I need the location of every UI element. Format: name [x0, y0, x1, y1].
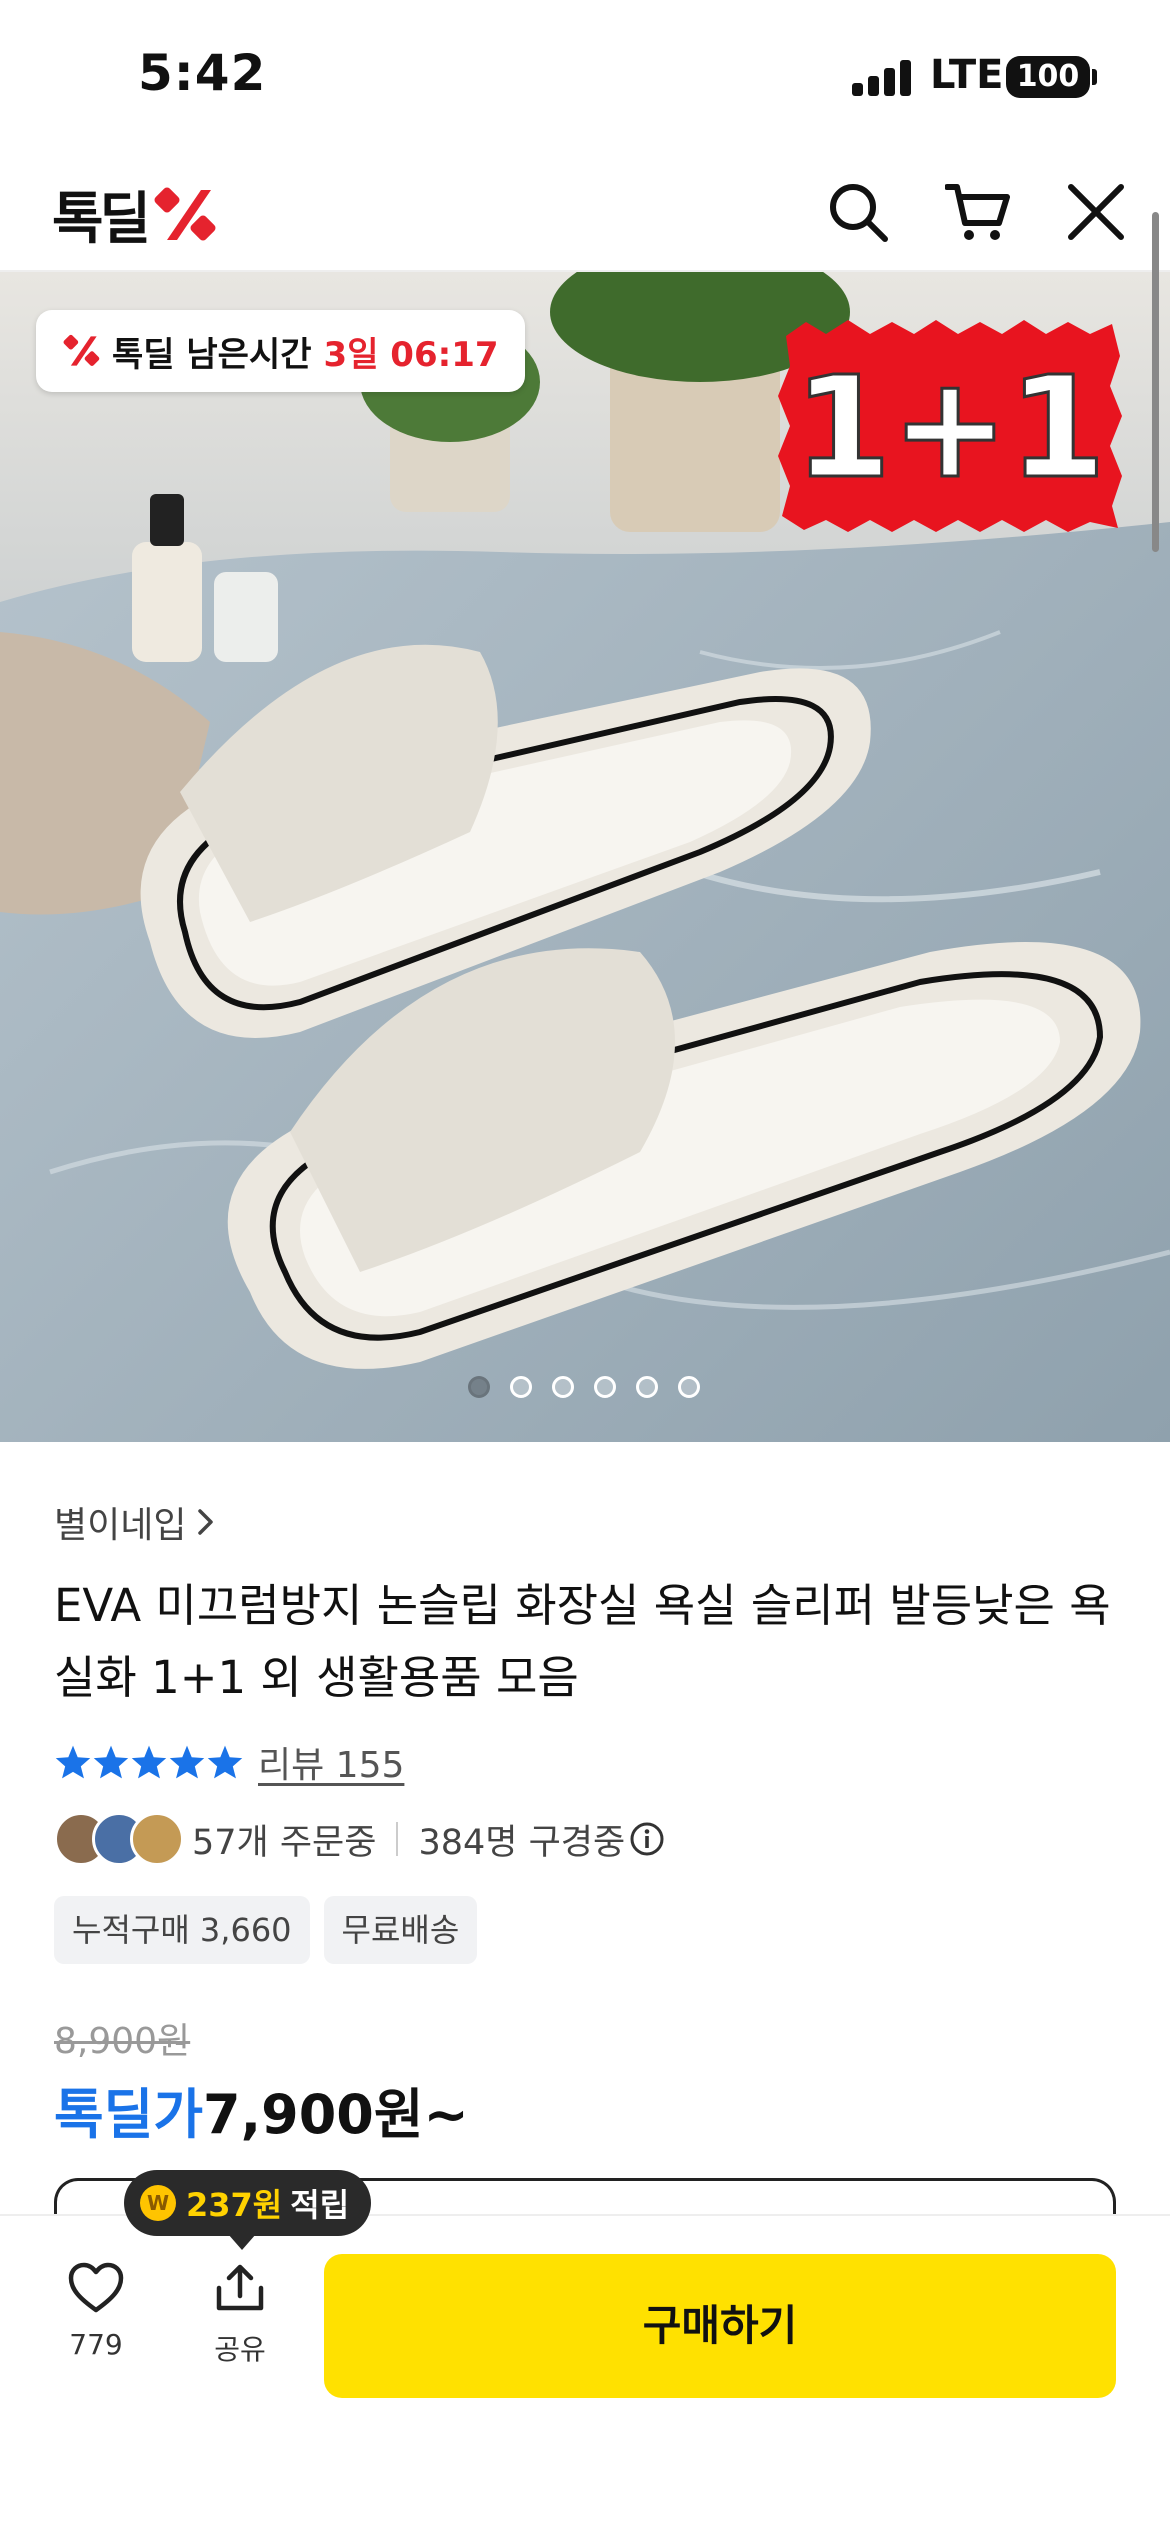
logo-text: 톡딜: [52, 187, 151, 252]
price-label: 톡딜가: [54, 2083, 204, 2146]
points-bubble: W 237원 적립: [124, 2170, 372, 2236]
price-value: 7,900원~: [203, 2083, 469, 2146]
scrollbar[interactable]: [1152, 212, 1159, 552]
signal-icon: [852, 60, 914, 96]
status-bar: 5:42 LTE 100: [0, 0, 1170, 150]
star-icon: [55, 1745, 91, 1779]
deal-price: 톡딜가 7,900원~: [54, 2070, 469, 2149]
original-price: 8,900원: [54, 2021, 191, 2062]
timer-value: 3일 06:17: [323, 334, 499, 375]
like-count: 779: [69, 2328, 123, 2361]
close-icon[interactable]: [1056, 172, 1136, 252]
star-icon: [93, 1745, 129, 1779]
search-icon[interactable]: [818, 172, 898, 252]
buyer-avatars: [54, 1812, 184, 1866]
carousel-dot[interactable]: [636, 1376, 658, 1398]
carousel-dot[interactable]: [510, 1376, 532, 1398]
carousel-dot[interactable]: [594, 1376, 616, 1398]
avatar: [130, 1812, 184, 1866]
promo-text: 1+1: [794, 347, 1106, 510]
heart-icon: [68, 2262, 124, 2313]
carousel-dot[interactable]: [468, 1376, 490, 1398]
share-icon: [216, 2264, 264, 2311]
coin-icon: W: [140, 2185, 176, 2221]
share-button[interactable]: 공유: [190, 2262, 290, 2368]
viewers-count: 384명 구경중: [418, 1822, 626, 1863]
cart-icon[interactable]: [938, 172, 1018, 252]
percent-logo-icon: [154, 187, 216, 240]
social-proof: 57개 주문중 384명 구경중: [54, 1812, 665, 1866]
rating-stars: [54, 1744, 244, 1780]
timer-label: 톡딜 남은시간: [112, 334, 312, 375]
app-header: 톡딜: [0, 150, 1170, 272]
seller-link[interactable]: 별이네입: [54, 1496, 218, 1548]
info-icon[interactable]: [629, 1821, 665, 1857]
like-button[interactable]: 779: [46, 2262, 146, 2361]
bubble-tail: [228, 2234, 256, 2250]
buy-button[interactable]: 구매하기: [324, 2254, 1116, 2398]
points-label: 적립: [290, 2186, 350, 2224]
product-title: EVA 미끄럼방지 논슬립 화장실 욕실 슬리퍼 발등낮은 욕실화 1+1 외 …: [54, 1579, 1111, 1704]
product-tags: 누적구매 3,660 무료배송: [54, 1896, 491, 1964]
promo-badge: 1+1: [776, 316, 1124, 534]
rating-row[interactable]: 리뷰 155: [54, 1736, 404, 1788]
percent-icon: [63, 334, 100, 366]
points-amount: 237원: [186, 2186, 283, 2224]
status-time: 5:42: [138, 44, 267, 102]
tag-free-shipping: 무료배송: [323, 1896, 478, 1964]
product-image-carousel[interactable]: 톡딜 남은시간 3일 06:17 1+1: [0, 272, 1170, 1442]
tag-cumulative-purchases: 누적구매 3,660: [54, 1896, 310, 1964]
star-icon: [169, 1745, 205, 1779]
battery-tip: [1092, 69, 1097, 85]
divider: [396, 1822, 399, 1856]
battery-icon: 100: [1006, 56, 1090, 98]
carousel-dot[interactable]: [552, 1376, 574, 1398]
share-label: 공유: [214, 2333, 266, 2366]
carousel-dot[interactable]: [678, 1376, 700, 1398]
seller-name: 별이네입: [54, 1505, 187, 1546]
star-icon: [207, 1745, 243, 1779]
review-link[interactable]: 리뷰 155: [258, 1736, 404, 1788]
bottom-action-bar: 779 공유 구매하기: [0, 2214, 1170, 2532]
deal-timer-badge: 톡딜 남은시간 3일 06:17: [36, 310, 525, 392]
star-icon: [131, 1745, 167, 1779]
network-label: LTE: [930, 52, 1004, 98]
chevron-right-icon: [198, 1509, 214, 1535]
logo[interactable]: 톡딜: [52, 174, 219, 255]
carousel-indicator: [468, 1376, 720, 1398]
orders-count: 57개 주문중: [192, 1822, 377, 1863]
